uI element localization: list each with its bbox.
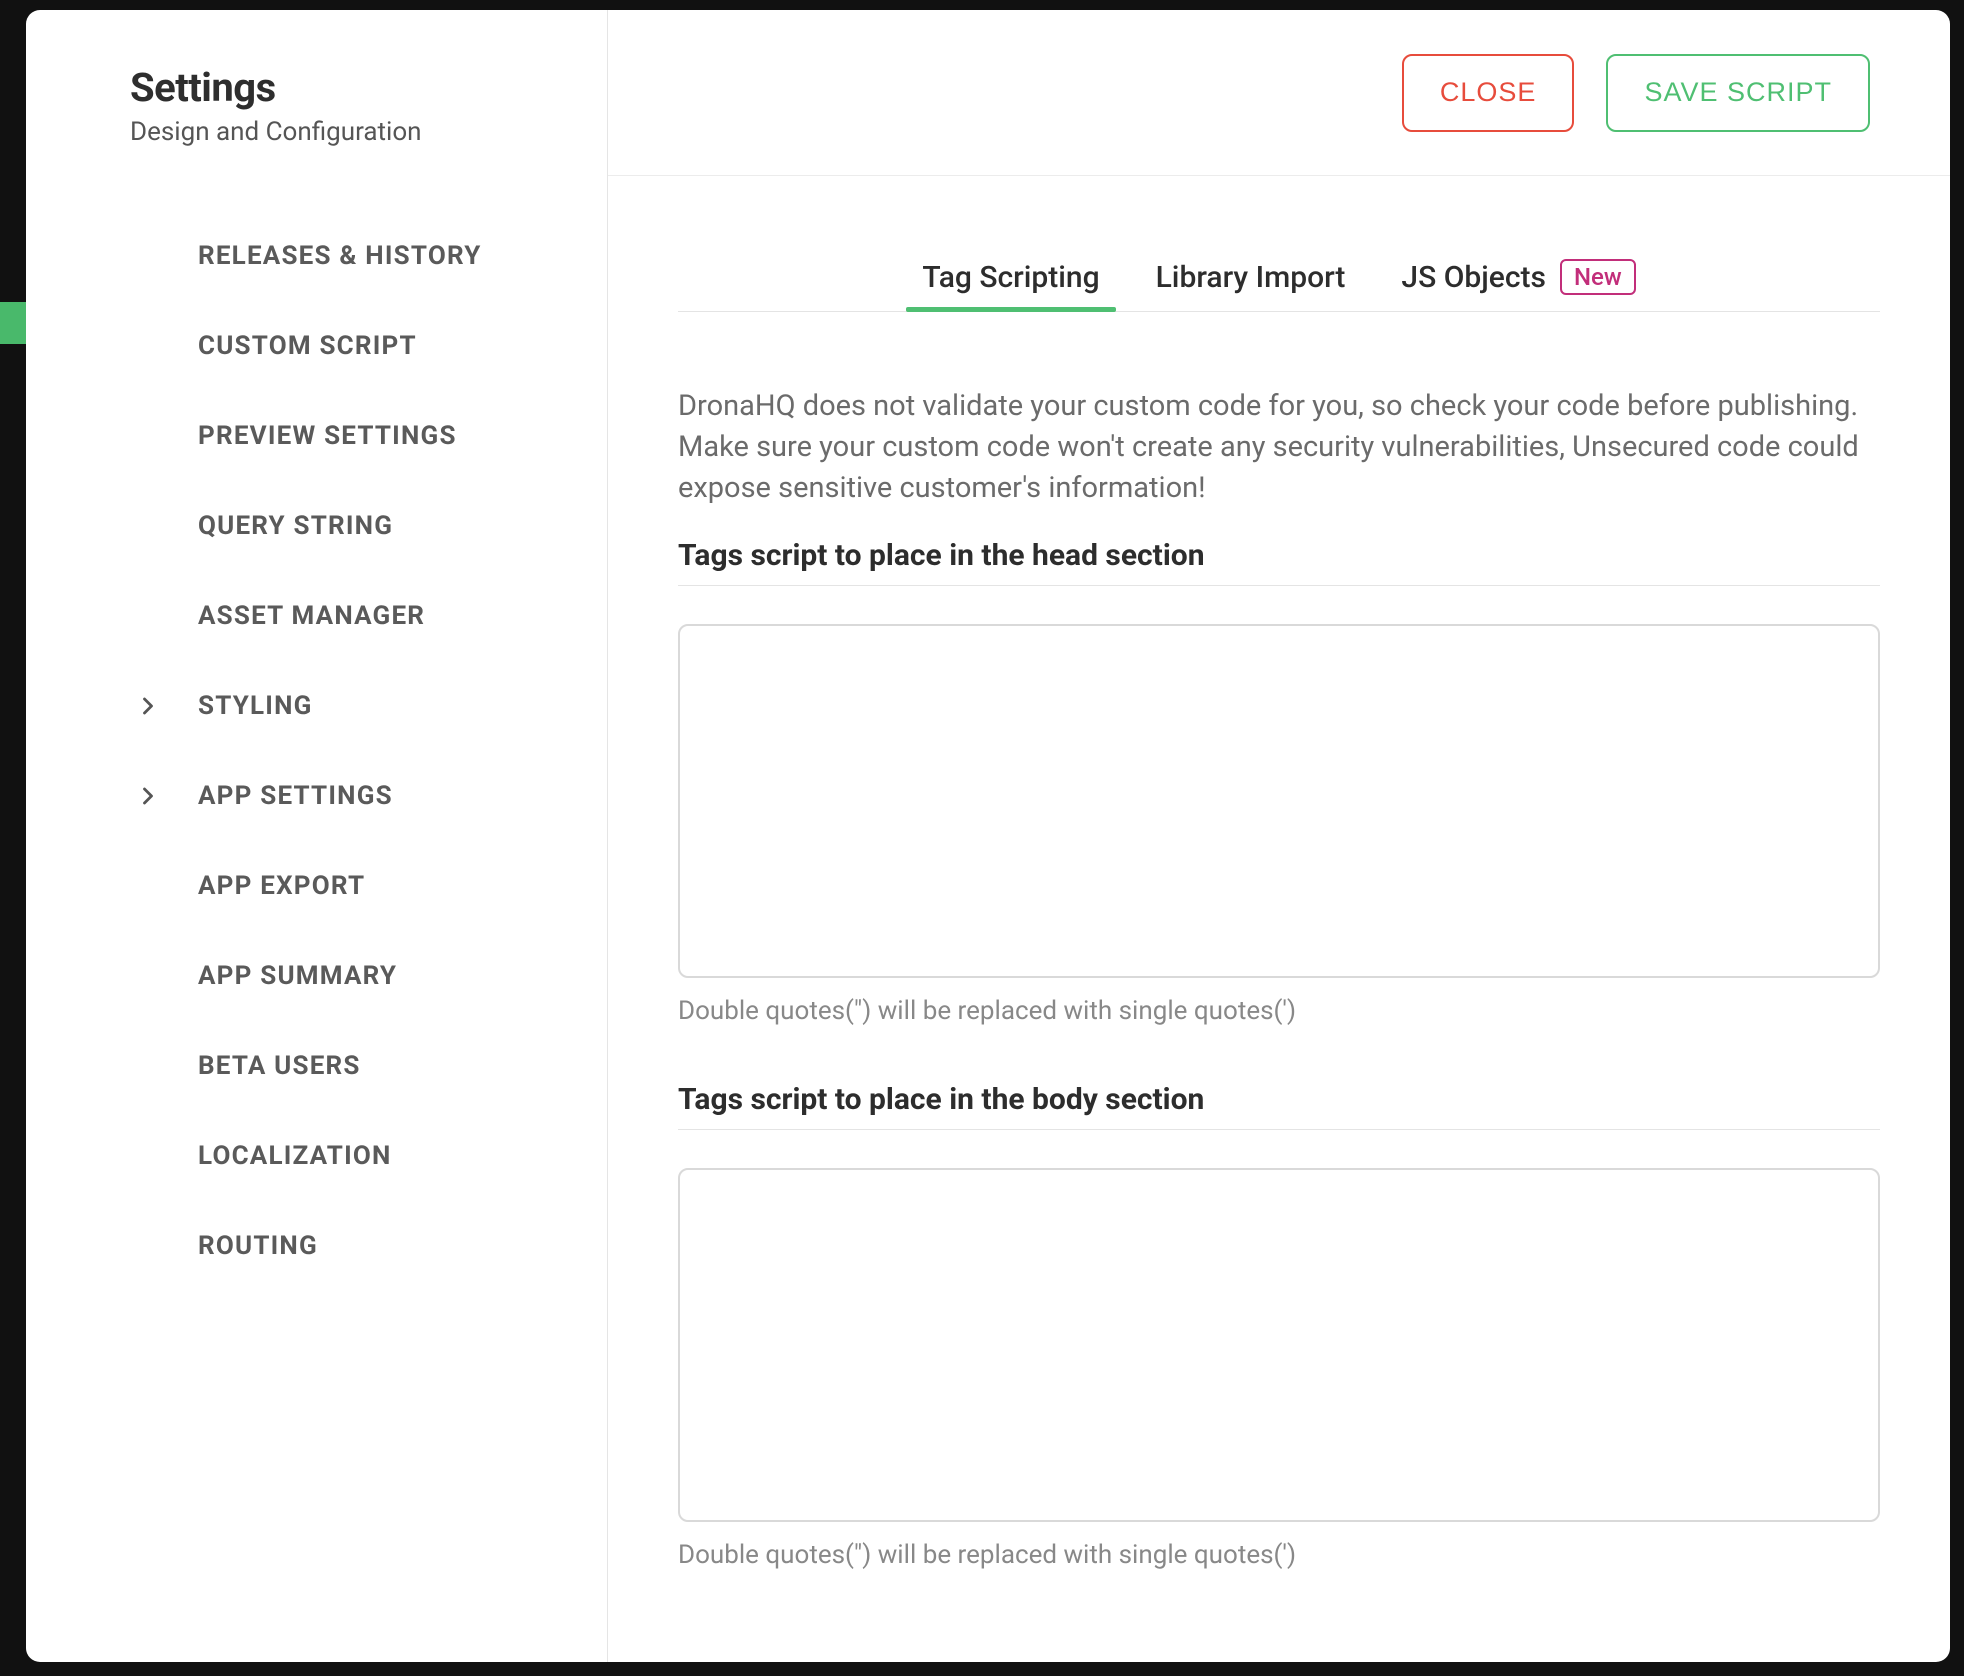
sidebar-item-label: APP EXPORT: [198, 871, 365, 901]
settings-sidebar: Settings Design and Configuration RELEAS…: [26, 10, 608, 1662]
body-section-title: Tags script to place in the body section: [678, 1082, 1880, 1130]
body-script-hint: Double quotes(") will be replaced with s…: [678, 1540, 1880, 1570]
tabs: Tag Scripting Library Import JS Objects New: [678, 254, 1880, 312]
warning-text: DronaHQ does not validate your custom co…: [678, 386, 1880, 510]
sidebar-item-releases-history[interactable]: RELEASES & HISTORY: [26, 211, 607, 301]
main-panel: CLOSE SAVE SCRIPT Tag Scripting Library I…: [608, 10, 1950, 1662]
new-badge: New: [1560, 259, 1636, 295]
sidebar-header: Settings Design and Configuration: [26, 64, 607, 183]
sidebar-item-label: APP SETTINGS: [198, 781, 393, 811]
sidebar-item-asset-manager[interactable]: ASSET MANAGER: [26, 571, 607, 661]
head-section-title: Tags script to place in the head section: [678, 538, 1880, 586]
sidebar-item-label: BETA USERS: [198, 1051, 361, 1081]
sidebar-title: Settings: [130, 64, 607, 111]
sidebar-item-label: STYLING: [198, 691, 313, 721]
settings-modal: Settings Design and Configuration RELEAS…: [26, 10, 1950, 1662]
sidebar-item-label: LOCALIZATION: [198, 1141, 392, 1171]
sidebar-item-query-string[interactable]: QUERY STRING: [26, 481, 607, 571]
tab-label: Library Import: [1156, 260, 1346, 295]
sidebar-item-label: RELEASES & HISTORY: [198, 241, 482, 271]
content-area: Tag Scripting Library Import JS Objects New…: [608, 176, 1950, 1662]
chevron-right-icon: [134, 692, 162, 720]
tab-label: Tag Scripting: [922, 260, 1099, 295]
sidebar-item-beta-users[interactable]: BETA USERS: [26, 1021, 607, 1111]
sidebar-item-custom-script[interactable]: CUSTOM SCRIPT: [26, 301, 607, 391]
chevron-right-icon: [134, 782, 162, 810]
sidebar-nav: RELEASES & HISTORY CUSTOM SCRIPT PREVIEW S…: [26, 183, 607, 1291]
sidebar-subtitle: Design and Configuration: [130, 117, 607, 147]
tab-js-objects[interactable]: JS Objects New: [1401, 259, 1635, 311]
sidebar-item-label: CUSTOM SCRIPT: [198, 331, 417, 361]
head-script-hint: Double quotes(") will be replaced with s…: [678, 996, 1880, 1026]
sidebar-item-app-summary[interactable]: APP SUMMARY: [26, 931, 607, 1021]
sidebar-item-app-settings[interactable]: APP SETTINGS: [26, 751, 607, 841]
sidebar-item-label: ASSET MANAGER: [198, 601, 425, 631]
close-button[interactable]: CLOSE: [1402, 54, 1575, 132]
tab-tag-scripting[interactable]: Tag Scripting: [922, 260, 1099, 311]
sidebar-item-label: ROUTING: [198, 1231, 318, 1261]
sidebar-item-preview-settings[interactable]: PREVIEW SETTINGS: [26, 391, 607, 481]
tab-label: JS Objects: [1401, 260, 1546, 295]
sidebar-item-label: PREVIEW SETTINGS: [198, 421, 457, 451]
sidebar-item-localization[interactable]: LOCALIZATION: [26, 1111, 607, 1201]
tab-library-import[interactable]: Library Import: [1156, 260, 1346, 311]
sidebar-item-app-export[interactable]: APP EXPORT: [26, 841, 607, 931]
save-script-button[interactable]: SAVE SCRIPT: [1606, 54, 1870, 132]
head-script-input[interactable]: [678, 624, 1880, 978]
sidebar-item-styling[interactable]: STYLING: [26, 661, 607, 751]
sidebar-item-routing[interactable]: ROUTING: [26, 1201, 607, 1291]
topbar: CLOSE SAVE SCRIPT: [608, 10, 1950, 176]
body-script-input[interactable]: [678, 1168, 1880, 1522]
sidebar-item-label: APP SUMMARY: [198, 961, 397, 991]
sidebar-item-label: QUERY STRING: [198, 511, 393, 541]
